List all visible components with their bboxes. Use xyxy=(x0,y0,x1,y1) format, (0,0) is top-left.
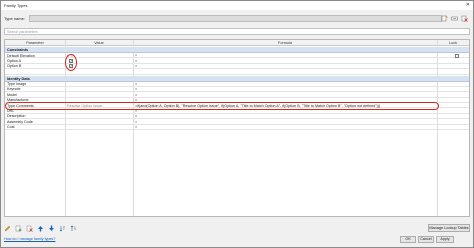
ok-button[interactable]: OK xyxy=(400,236,416,243)
window-title: Family Types xyxy=(4,3,28,8)
parameter-toolbar xyxy=(4,224,77,232)
move-down-icon[interactable] xyxy=(48,225,55,232)
parameter-name: URL xyxy=(7,109,15,114)
new-type-icon[interactable] xyxy=(441,15,448,22)
parameter-name: Default Elevation xyxy=(7,53,35,58)
formula-cell[interactable]: = xyxy=(135,87,137,91)
delete-parameter-icon[interactable] xyxy=(26,225,33,232)
column-header-value[interactable]: Value xyxy=(65,41,133,45)
type-name-row: Type name: xyxy=(4,15,470,23)
sort-ascending-icon[interactable] xyxy=(59,225,66,232)
column-header-lock[interactable]: Lock xyxy=(437,41,469,45)
parameter-name: Keynote xyxy=(7,87,21,92)
parameter-name: Option A xyxy=(7,58,22,63)
type-name-dropdown[interactable] xyxy=(29,15,442,22)
section-title: Identity Data xyxy=(7,76,30,81)
help-link[interactable]: How do I manage family types? xyxy=(4,237,55,241)
parameter-name: Model xyxy=(7,92,18,97)
formula-cell[interactable]: = xyxy=(135,120,137,124)
search-parameters-input[interactable]: Search parameters xyxy=(4,28,470,35)
parameter-name: Description xyxy=(7,114,26,119)
column-header-parameter[interactable]: Parameter xyxy=(5,41,65,45)
type-toolbar xyxy=(441,15,468,23)
apply-button[interactable]: Apply xyxy=(436,236,454,243)
parameter-name: Assembly Code xyxy=(7,119,33,124)
rename-type-icon[interactable] xyxy=(451,15,458,22)
new-parameter-icon[interactable] xyxy=(15,225,22,232)
column-header-formula[interactable]: Formula xyxy=(133,41,437,45)
manage-lookup-tables-button[interactable]: Manage Lookup Tables xyxy=(428,224,470,232)
formula-cell[interactable]: = xyxy=(135,109,137,113)
formula-cell[interactable]: = xyxy=(135,82,137,86)
delete-type-icon[interactable] xyxy=(461,15,468,22)
edit-icon[interactable] xyxy=(4,225,11,232)
parameter-name: Cost xyxy=(7,125,15,130)
title-bar: Family Types ✕ xyxy=(1,1,473,10)
sort-descending-icon[interactable] xyxy=(70,225,77,232)
family-types-dialog: Family Types ✕ Type name: Search paramet… xyxy=(0,0,474,248)
type-name-label: Type name: xyxy=(4,16,25,21)
table-row[interactable]: Cost = xyxy=(5,125,469,131)
formula-cell[interactable]: = xyxy=(135,59,137,63)
move-up-icon[interactable] xyxy=(37,225,44,232)
table-header: Parameter Value Formula Lock xyxy=(5,40,469,46)
table-row xyxy=(5,69,469,76)
formula-cell[interactable]: = xyxy=(135,114,137,118)
formula-cell[interactable]: = xyxy=(135,125,137,129)
cancel-button[interactable]: Cancel xyxy=(418,236,434,243)
search-placeholder: Search parameters xyxy=(7,30,38,34)
section-title: Constraints xyxy=(7,48,29,52)
parameter-name: Option B xyxy=(7,64,22,69)
lock-checkbox[interactable] xyxy=(455,53,459,58)
close-icon[interactable]: ✕ xyxy=(466,2,470,8)
formula-cell[interactable]: = xyxy=(135,53,137,57)
parameters-table: Parameter Value Formula Lock Constraints… xyxy=(4,39,470,217)
parameter-name: Type Image xyxy=(7,82,27,87)
formula-cell[interactable]: = xyxy=(135,93,137,97)
formula-cell[interactable]: = xyxy=(135,64,137,68)
